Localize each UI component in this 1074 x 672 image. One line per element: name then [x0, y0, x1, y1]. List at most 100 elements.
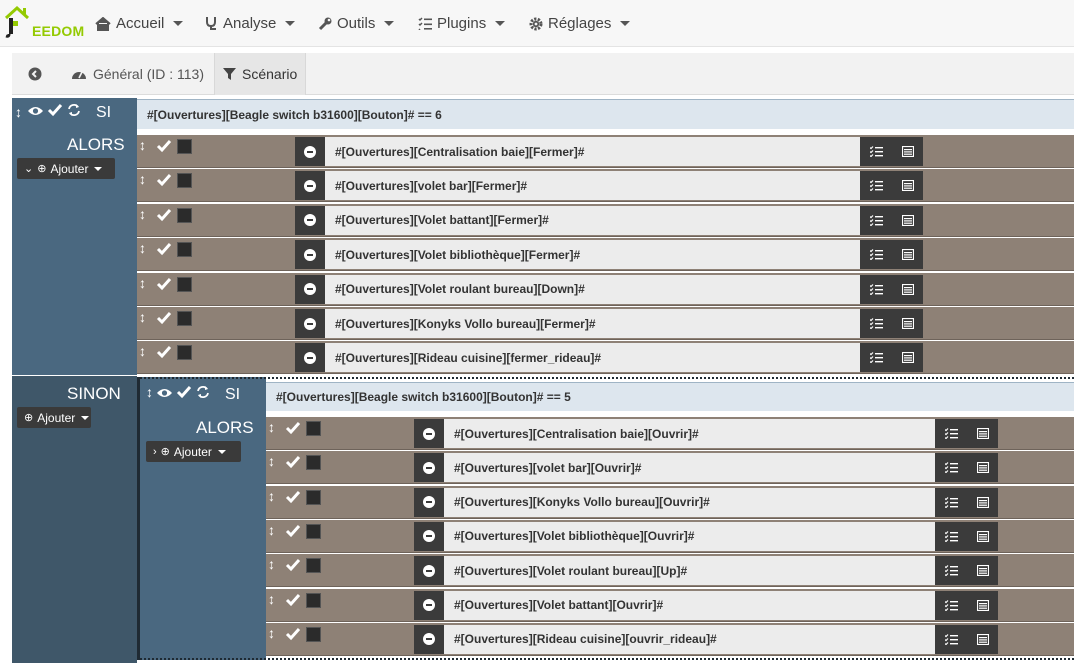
action-command-input[interactable]: #[Ouvertures][Volet bibliothèque][Ouvrir… [444, 521, 935, 551]
list-check-icon[interactable] [869, 146, 883, 157]
checkbox-unchecked[interactable] [306, 523, 321, 539]
remove-action-button[interactable] [414, 453, 444, 483]
tab-general[interactable]: Général (ID : 113) [63, 53, 212, 95]
list-check-icon[interactable] [869, 180, 883, 192]
checkbox-checked-icon[interactable] [176, 385, 192, 399]
condition-expression-1[interactable]: #[Ouvertures][Beagle switch b31600][Bout… [137, 99, 1074, 129]
checkbox-unchecked[interactable] [177, 345, 192, 361]
remove-action-button[interactable] [414, 556, 444, 586]
checkbox-checked-icon[interactable] [285, 524, 301, 538]
checkbox-unchecked[interactable] [306, 489, 321, 505]
remove-action-button[interactable] [295, 274, 325, 304]
checkbox-unchecked[interactable] [177, 311, 192, 326]
action-command-input[interactable]: #[Ouvertures][Volet roulant bureau][Up]# [444, 556, 935, 586]
action-command-input[interactable]: #[Ouvertures][Konyks Vollo bureau][Ouvri… [444, 487, 935, 517]
list-check-icon[interactable] [869, 214, 883, 226]
list-alt-icon[interactable] [901, 318, 914, 329]
drag-handle-icon[interactable]: ↕ [15, 104, 22, 120]
menu-reglages[interactable]: Réglages [529, 0, 631, 47]
remove-action-button[interactable] [414, 624, 444, 654]
jeedom-logo[interactable]: EEDOM [4, 4, 84, 40]
action-command-input[interactable]: #[Ouvertures][Volet roulant bureau][Down… [325, 274, 860, 304]
drag-handle-icon[interactable]: ↕ [139, 343, 146, 359]
list-alt-icon[interactable] [901, 283, 914, 295]
list-check-icon[interactable] [944, 462, 958, 474]
remove-action-button[interactable] [295, 171, 325, 201]
checkbox-unchecked[interactable] [177, 207, 192, 223]
list-check-icon[interactable] [944, 496, 958, 508]
checkbox-unchecked[interactable] [306, 455, 321, 471]
drag-handle-icon[interactable]: ↕ [268, 556, 275, 572]
drag-handle-icon[interactable]: ↕ [139, 309, 146, 325]
list-check-icon[interactable] [869, 283, 883, 295]
eye-icon[interactable] [156, 387, 173, 399]
action-command-input[interactable]: #[Ouvertures][Centralisation baie][Ferme… [325, 137, 860, 166]
list-alt-icon[interactable] [976, 496, 989, 508]
checkbox-checked-icon[interactable] [156, 311, 172, 325]
refresh-icon[interactable] [67, 103, 81, 117]
list-check-icon[interactable] [944, 565, 958, 577]
ajouter-dropdown-2[interactable]: › ⊕ Ajouter [146, 441, 241, 462]
checkbox-checked-icon[interactable] [156, 208, 172, 222]
list-alt-icon[interactable] [901, 146, 914, 157]
list-check-icon[interactable] [944, 428, 958, 439]
drag-handle-icon[interactable]: ↕ [139, 206, 146, 222]
checkbox-unchecked[interactable] [177, 242, 192, 258]
checkbox-unchecked[interactable] [306, 592, 321, 608]
list-check-icon[interactable] [944, 530, 958, 542]
checkbox-checked-icon[interactable] [285, 558, 301, 572]
checkbox-unchecked[interactable] [306, 421, 321, 436]
drag-handle-icon[interactable]: ↕ [268, 419, 275, 435]
drag-handle-icon[interactable]: ↕ [139, 275, 146, 291]
remove-action-button[interactable] [414, 590, 444, 620]
eye-icon[interactable] [27, 105, 44, 117]
checkbox-checked-icon[interactable] [156, 345, 172, 359]
checkbox-checked-icon[interactable] [156, 173, 172, 187]
drag-handle-icon[interactable]: ↕ [268, 625, 275, 641]
checkbox-checked-icon[interactable] [285, 593, 301, 607]
checkbox-checked-icon[interactable] [156, 277, 172, 291]
checkbox-checked-icon[interactable] [156, 139, 172, 153]
action-command-input[interactable]: #[Ouvertures][Rideau cuisine][ouvrir_rid… [444, 624, 935, 654]
list-alt-icon[interactable] [976, 462, 989, 474]
checkbox-checked-icon[interactable] [285, 421, 301, 435]
menu-accueil[interactable]: Accueil [95, 0, 184, 47]
checkbox-checked-icon[interactable] [156, 242, 172, 256]
list-alt-icon[interactable] [901, 214, 914, 226]
menu-outils[interactable]: Outils [318, 0, 395, 47]
checkbox-checked-icon[interactable] [285, 490, 301, 504]
list-alt-icon[interactable] [901, 180, 914, 192]
list-check-icon[interactable] [869, 249, 883, 261]
drag-handle-icon[interactable]: ↕ [139, 171, 146, 187]
action-command-input[interactable]: #[Ouvertures][Konyks Vollo bureau][Ferme… [325, 309, 860, 338]
action-command-input[interactable]: #[Ouvertures][Rideau cuisine][fermer_rid… [325, 343, 860, 373]
drag-handle-icon[interactable]: ↕ [268, 522, 275, 538]
action-command-input[interactable]: #[Ouvertures][volet bar][Fermer]# [325, 171, 860, 201]
list-alt-icon[interactable] [976, 428, 989, 439]
remove-action-button[interactable] [414, 419, 444, 448]
list-check-icon[interactable] [944, 633, 958, 645]
list-check-icon[interactable] [944, 599, 958, 611]
action-command-input[interactable]: #[Ouvertures][Volet battant][Fermer]# [325, 205, 860, 235]
action-command-input[interactable]: #[Ouvertures][Volet bibliothèque][Fermer… [325, 240, 860, 270]
checkbox-unchecked[interactable] [177, 139, 192, 154]
checkbox-checked-icon[interactable] [47, 103, 63, 117]
back-button[interactable] [20, 53, 50, 95]
drag-handle-icon[interactable]: ↕ [268, 591, 275, 607]
checkbox-unchecked[interactable] [177, 173, 192, 189]
checkbox-unchecked[interactable] [306, 558, 321, 574]
list-check-icon[interactable] [869, 352, 883, 364]
list-alt-icon[interactable] [901, 352, 914, 364]
checkbox-unchecked[interactable] [306, 626, 321, 642]
tab-scenario[interactable]: Scénario [214, 53, 307, 95]
drag-handle-icon[interactable]: ↕ [146, 384, 153, 400]
checkbox-unchecked[interactable] [177, 276, 192, 292]
remove-action-button[interactable] [295, 205, 325, 235]
action-command-input[interactable]: #[Ouvertures][Volet battant][Ouvrir]# [444, 590, 935, 620]
menu-plugins[interactable]: Plugins [418, 0, 506, 47]
action-command-input[interactable]: #[Ouvertures][Centralisation baie][Ouvri… [444, 419, 935, 448]
checkbox-checked-icon[interactable] [285, 455, 301, 469]
drag-handle-icon[interactable]: ↕ [139, 240, 146, 256]
ajouter-dropdown-1[interactable]: ⌄ ⊕ Ajouter [17, 158, 115, 179]
checkbox-checked-icon[interactable] [285, 627, 301, 641]
